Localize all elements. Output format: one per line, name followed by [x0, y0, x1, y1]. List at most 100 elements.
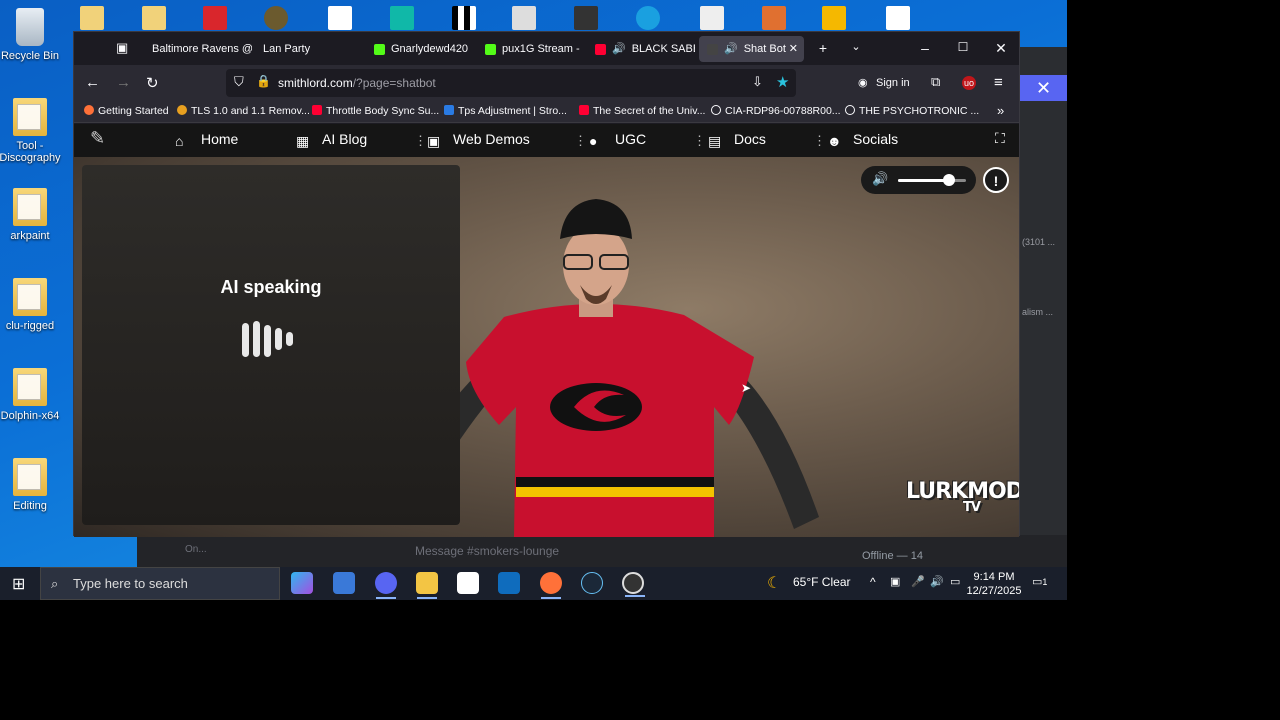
- shield-icon[interactable]: ⛉: [234, 74, 244, 90]
- reload-icon[interactable]: ↻: [146, 74, 159, 92]
- app-icon[interactable]: [333, 572, 355, 594]
- mail-icon[interactable]: [498, 572, 520, 594]
- url-text[interactable]: smithlord.com/?page=shatbot: [278, 76, 436, 90]
- desktop-icon-recycle-bin[interactable]: Recycle Bin: [0, 8, 63, 62]
- youtube-icon: [595, 43, 606, 55]
- nav-label: Web Demos: [453, 131, 530, 147]
- sign-in-button[interactable]: ◉ Sign in: [856, 71, 910, 95]
- nav-socials[interactable]: ☻ Socials: [827, 131, 898, 149]
- taskbar-search-input[interactable]: ⌕ Type here to search: [40, 567, 280, 600]
- avatar-scene[interactable]: AI speaking 🔊 ! LURKMOD TV ➤: [74, 157, 1019, 537]
- site-logo-icon[interactable]: ✎: [90, 128, 105, 149]
- address-bar[interactable]: ⛉ 🔒 smithlord.com/?page=shatbot ⇩ ★: [226, 69, 796, 97]
- close-icon[interactable]: ✕: [1020, 75, 1067, 101]
- window-close-icon[interactable]: ✕: [991, 40, 1011, 57]
- speaker-icon[interactable]: 🔊: [930, 575, 944, 588]
- copilot-icon[interactable]: [291, 572, 313, 594]
- desktop-folder-icon[interactable]: [142, 6, 166, 30]
- tab[interactable]: Gnarlydewd420: [374, 36, 474, 62]
- store-icon[interactable]: [457, 572, 479, 594]
- nav-web-demos[interactable]: ▣ Web Demos: [427, 131, 530, 149]
- bookmark-label: Tps Adjustment | Stro...: [458, 105, 567, 117]
- obs-icon[interactable]: [622, 572, 645, 597]
- document-icon[interactable]: [886, 6, 910, 30]
- nav-ai-blog[interactable]: ▦ AI Blog: [296, 131, 367, 149]
- tab-overflow-icon[interactable]: ⌄: [846, 40, 866, 53]
- firefox-icon[interactable]: [540, 572, 562, 599]
- rockstar-icon[interactable]: [822, 6, 846, 30]
- discord-icon[interactable]: [375, 572, 397, 599]
- bookmark-item[interactable]: TLS 1.0 and 1.1 Remov...: [177, 105, 310, 117]
- folder-icon: [13, 98, 47, 136]
- steam-icon[interactable]: [581, 572, 603, 594]
- desktop-icon-editing[interactable]: Editing: [0, 458, 63, 512]
- menu-icon[interactable]: ≡: [994, 74, 1003, 91]
- bookmarks-overflow-icon[interactable]: »: [997, 103, 1004, 118]
- site-icon: [444, 105, 454, 115]
- tool-icon[interactable]: [762, 6, 786, 30]
- chess-icon[interactable]: [452, 6, 476, 30]
- nav-ugc[interactable]: ● UGC: [589, 131, 646, 149]
- back-icon[interactable]: ←: [85, 74, 100, 91]
- atlas-icon[interactable]: [264, 6, 288, 30]
- clock-date: 12/27/2025: [966, 585, 1022, 597]
- close-tab-icon[interactable]: ✕: [789, 36, 798, 62]
- bookmark-item[interactable]: The Secret of the Univ...: [579, 105, 705, 117]
- tab-active[interactable]: 🔊 Shat Bot ✕: [699, 36, 804, 62]
- volume-slider[interactable]: [898, 174, 966, 186]
- new-tab-icon[interactable]: +: [813, 40, 833, 56]
- bookmark-item[interactable]: THE PSYCHOTRONIC ...: [845, 105, 979, 117]
- tab[interactable]: Lan Party: [263, 36, 363, 62]
- windows-start-icon[interactable]: ⊞: [12, 574, 25, 594]
- volume-icon[interactable]: 🔊: [872, 171, 888, 187]
- user-icon: ●: [589, 133, 598, 149]
- bookmark-item[interactable]: Tps Adjustment | Stro...: [444, 105, 567, 117]
- bookmark-item[interactable]: Getting Started: [84, 105, 169, 117]
- pdf-icon[interactable]: [203, 6, 227, 30]
- nav-bar: ← → ↻ ⛉ 🔒 smithlord.com/?page=shatbot ⇩ …: [74, 65, 1019, 101]
- taskbar-clock[interactable]: 9:14 PM 12/27/2025: [962, 570, 1026, 598]
- notifications-button[interactable]: ▭1: [1032, 575, 1047, 588]
- kick-icon: [485, 43, 496, 55]
- tab[interactable]: pux1G Stream -: [485, 36, 585, 62]
- document-icon[interactable]: [512, 6, 536, 30]
- tab[interactable]: Baltimore Ravens @: [152, 36, 252, 62]
- bookmark-label: CIA-RDP96-00788R00...: [725, 105, 841, 117]
- maximize-icon[interactable]: ☐: [953, 40, 973, 54]
- desktop-icon-discography[interactable]: Tool - Discography: [0, 98, 63, 164]
- volume-slider-knob[interactable]: [943, 174, 955, 186]
- desktop-folder-icon[interactable]: [80, 6, 104, 30]
- forward-icon[interactable]: →: [116, 74, 131, 91]
- tab-list-icon[interactable]: ▣: [116, 40, 128, 56]
- tab[interactable]: 🔊 BLACK SABB: [595, 36, 695, 62]
- desktop-icon-arkpaint[interactable]: arkpaint: [0, 188, 63, 242]
- tab-label: Gnarlydewd420: [391, 43, 469, 55]
- document-icon[interactable]: [700, 6, 724, 30]
- app-icon[interactable]: [328, 6, 352, 30]
- camera-icon[interactable]: ▣: [890, 575, 900, 588]
- network-icon[interactable]: ▭: [950, 575, 960, 588]
- nav-home[interactable]: ⌂ Home: [175, 131, 238, 149]
- download-page-icon[interactable]: ⇩: [752, 74, 763, 90]
- weather-text[interactable]: 65°F Clear: [793, 575, 851, 589]
- info-alert-icon[interactable]: !: [983, 167, 1009, 193]
- minimize-icon[interactable]: –: [915, 40, 935, 56]
- message-input[interactable]: Message #smokers-lounge: [415, 544, 559, 558]
- volume-control[interactable]: 🔊: [861, 166, 976, 194]
- ublock-icon[interactable]: uo: [962, 76, 976, 90]
- lock-icon[interactable]: 🔒: [256, 74, 271, 88]
- desktop-icon-clu-rigged[interactable]: clu-rigged: [0, 278, 63, 332]
- show-hidden-icons[interactable]: ^: [870, 575, 876, 589]
- file-explorer-icon[interactable]: [416, 572, 438, 599]
- bookmark-star-icon[interactable]: ★: [776, 73, 789, 91]
- nav-docs[interactable]: ▤ Docs: [708, 131, 766, 149]
- extensions-icon[interactable]: ⧉: [931, 74, 940, 90]
- microphone-icon[interactable]: 🎤: [911, 575, 925, 588]
- fullscreen-icon[interactable]: ⛶: [995, 130, 1005, 147]
- desktop-icon-dolphin[interactable]: Dolphin-x64: [0, 368, 63, 422]
- bookmark-item[interactable]: Throttle Body Sync Su...: [312, 105, 439, 117]
- edge-icon[interactable]: [636, 6, 660, 30]
- bookmark-item[interactable]: CIA-RDP96-00788R00...: [711, 105, 841, 117]
- game-icon[interactable]: [390, 6, 414, 30]
- app-icon[interactable]: [574, 6, 598, 30]
